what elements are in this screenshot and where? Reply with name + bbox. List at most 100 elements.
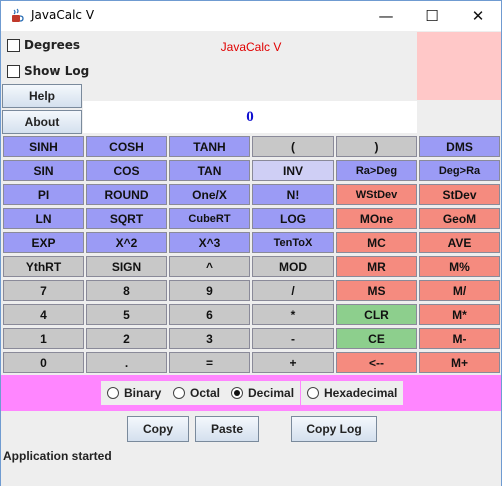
key-ms[interactable]: MS	[336, 280, 417, 301]
key-sin[interactable]: SIN	[3, 160, 84, 181]
key-m[interactable]: M-	[419, 328, 500, 349]
maximize-button[interactable]: ☐	[409, 1, 455, 31]
key-x-3[interactable]: X^3	[169, 232, 250, 253]
key-ra-deg[interactable]: Ra>Deg	[336, 160, 417, 181]
window-title: JavaCalc V	[31, 8, 95, 22]
copy-button[interactable]: Copy	[127, 416, 189, 442]
key-inv[interactable]: INV	[252, 160, 334, 181]
key-tan[interactable]: TAN	[169, 160, 250, 181]
key-[interactable]: )	[336, 136, 417, 157]
java-cup-icon	[12, 8, 24, 22]
key-n[interactable]: N!	[252, 184, 334, 205]
title-bar: JavaCalc V — ☐ ✕	[1, 1, 501, 31]
checkbox-icon	[7, 38, 20, 52]
key-[interactable]: (	[252, 136, 334, 157]
help-button[interactable]: Help	[2, 84, 82, 108]
keypad-row: SIN COS TAN INV Ra>Deg Deg>Ra	[1, 160, 501, 182]
key-stdev[interactable]: StDev	[419, 184, 500, 205]
copy-log-button[interactable]: Copy Log	[291, 416, 377, 442]
key-ce[interactable]: CE	[336, 328, 417, 349]
key-7[interactable]: 7	[3, 280, 84, 301]
radio-label: Hexadecimal	[324, 386, 398, 400]
radio-icon	[307, 387, 319, 399]
key-sqrt[interactable]: SQRT	[86, 208, 167, 229]
key-ln[interactable]: LN	[3, 208, 84, 229]
key-m[interactable]: M%	[419, 256, 500, 277]
key-[interactable]: *	[252, 304, 334, 325]
key-cos[interactable]: COS	[86, 160, 167, 181]
status-bar: Application started	[3, 449, 112, 463]
key-dms[interactable]: DMS	[419, 136, 500, 157]
key-geom[interactable]: GeoM	[419, 208, 500, 229]
key-[interactable]: =	[169, 352, 250, 373]
key-sign[interactable]: SIGN	[86, 256, 167, 277]
key-round[interactable]: ROUND	[86, 184, 167, 205]
copy-label: Copy	[143, 422, 173, 436]
radix-selector: Binary Octal Decimal Hexadecimal	[1, 375, 501, 411]
radio-icon	[231, 387, 243, 399]
key-[interactable]: +	[252, 352, 334, 373]
key-[interactable]: .	[86, 352, 167, 373]
key-log[interactable]: LOG	[252, 208, 334, 229]
about-label: About	[24, 115, 60, 129]
checkbox-icon	[7, 64, 20, 78]
key-mr[interactable]: MR	[336, 256, 417, 277]
key-[interactable]: ^	[169, 256, 250, 277]
key-m[interactable]: M+	[419, 352, 500, 373]
radio-binary[interactable]: Binary	[101, 381, 168, 405]
close-button[interactable]: ✕	[455, 1, 501, 31]
key-[interactable]: /	[252, 280, 334, 301]
radio-icon	[173, 387, 185, 399]
key-9[interactable]: 9	[169, 280, 250, 301]
key-1[interactable]: 1	[3, 328, 84, 349]
keypad-row: LN SQRT CubeRT LOG MOne GeoM	[1, 208, 501, 230]
keypad-row: 0. = + <-- M+	[1, 352, 501, 374]
maximize-icon: ☐	[425, 7, 439, 25]
degrees-checkbox[interactable]: Degrees	[7, 38, 80, 52]
brand-label: JavaCalc V	[220, 40, 282, 54]
key-4[interactable]: 4	[3, 304, 84, 325]
key-[interactable]: <--	[336, 352, 417, 373]
key-mod[interactable]: MOD	[252, 256, 334, 277]
radio-icon	[107, 387, 119, 399]
minimize-button[interactable]: —	[363, 1, 409, 31]
key-0[interactable]: 0	[3, 352, 84, 373]
keypad-row: 1 2 3- CE M-	[1, 328, 501, 350]
key-6[interactable]: 6	[169, 304, 250, 325]
key-3[interactable]: 3	[169, 328, 250, 349]
about-button[interactable]: About	[2, 110, 82, 134]
show-log-label: Show Log	[24, 64, 90, 78]
key-m[interactable]: M/	[419, 280, 500, 301]
key-tanh[interactable]: TANH	[169, 136, 250, 157]
key-[interactable]: -	[252, 328, 334, 349]
key-x-2[interactable]: X^2	[86, 232, 167, 253]
key-pi[interactable]: PI	[3, 184, 84, 205]
radio-hexadecimal[interactable]: Hexadecimal	[301, 381, 404, 405]
key-m[interactable]: M*	[419, 304, 500, 325]
key-one-x[interactable]: One/X	[169, 184, 250, 205]
key-8[interactable]: 8	[86, 280, 167, 301]
paste-button[interactable]: Paste	[195, 416, 259, 442]
key-ave[interactable]: AVE	[419, 232, 500, 253]
calculator-window: JavaCalc V — ☐ ✕ Degrees Show Log JavaCa…	[0, 0, 502, 486]
key-cubert[interactable]: CubeRT	[169, 208, 250, 229]
key-5[interactable]: 5	[86, 304, 167, 325]
show-log-checkbox[interactable]: Show Log	[7, 64, 89, 78]
radio-octal[interactable]: Octal	[167, 381, 227, 405]
radio-decimal[interactable]: Decimal	[225, 381, 301, 405]
key-2[interactable]: 2	[86, 328, 167, 349]
calculator-body: Degrees Show Log JavaCalc V Help About 0…	[1, 32, 501, 486]
key-wstdev[interactable]: WStDev	[336, 184, 417, 205]
key-ythrt[interactable]: YthRT	[3, 256, 84, 277]
key-deg-ra[interactable]: Deg>Ra	[419, 160, 500, 181]
help-label: Help	[28, 89, 55, 103]
key-exp[interactable]: EXP	[3, 232, 84, 253]
key-sinh[interactable]: SINH	[3, 136, 84, 157]
radio-label: Decimal	[248, 386, 295, 400]
keypad-row: PI ROUND One/X N! WStDev StDev	[1, 184, 501, 206]
key-tentox[interactable]: TenToX	[252, 232, 334, 253]
key-mone[interactable]: MOne	[336, 208, 417, 229]
key-cosh[interactable]: COSH	[86, 136, 167, 157]
key-clr[interactable]: CLR	[336, 304, 417, 325]
key-mc[interactable]: MC	[336, 232, 417, 253]
